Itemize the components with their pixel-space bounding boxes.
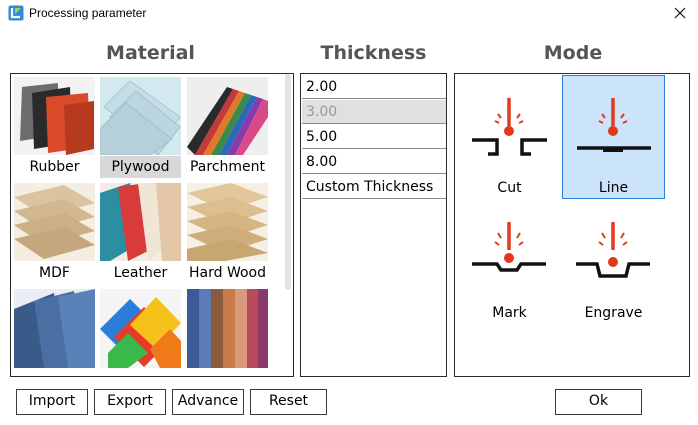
material-acrylic[interactable] — [100, 289, 181, 369]
material-plywood[interactable]: Plywood — [100, 77, 181, 180]
acrylic-image — [100, 289, 181, 368]
mdf-image — [14, 183, 95, 261]
advance-button[interactable]: Advance — [172, 389, 244, 415]
mode-cut[interactable]: Cut — [458, 76, 561, 200]
leather-image — [100, 183, 181, 261]
thickness-option[interactable]: 2.00 — [302, 75, 446, 99]
material-scrollbar[interactable] — [285, 74, 291, 290]
line-icon — [577, 98, 651, 152]
export-button[interactable]: Export — [94, 389, 166, 415]
material-label: Plywood — [100, 156, 181, 178]
material-label: Parchment — [189, 159, 266, 175]
reset-button[interactable]: Reset — [250, 389, 327, 415]
material-mdf[interactable]: MDF — [14, 183, 95, 286]
title-bar: Processing parameter — [0, 0, 698, 27]
parchment-image — [187, 77, 268, 155]
material-parchment[interactable]: Parchment — [187, 77, 268, 180]
material-leather[interactable]: Leather — [100, 183, 181, 286]
close-icon — [674, 7, 686, 19]
engrave-icon — [576, 222, 650, 278]
mode-label: Mark — [492, 305, 527, 321]
window-title: Processing parameter — [29, 6, 147, 20]
thickness-option-custom[interactable]: Custom Thickness — [302, 175, 446, 199]
mark-icon — [472, 222, 546, 272]
mode-engrave[interactable]: Engrave — [562, 200, 665, 324]
mode-label: Line — [598, 180, 629, 196]
denim-image — [14, 289, 95, 368]
plywood-image — [100, 77, 181, 155]
rubber-image — [14, 77, 95, 155]
material-hard-wood[interactable]: Hard Wood — [187, 183, 268, 286]
thickness-header: Thickness — [320, 42, 427, 64]
hard-wood-image — [187, 183, 268, 261]
material-header: Material — [106, 42, 195, 64]
material-denim[interactable] — [14, 289, 95, 369]
thickness-option-selected[interactable]: 3.00 — [302, 100, 446, 124]
material-fabric[interactable] — [187, 289, 268, 369]
thickness-option[interactable]: 5.00 — [302, 125, 446, 149]
close-button[interactable] — [668, 2, 692, 24]
material-label: Hard Wood — [189, 265, 266, 281]
thickness-option[interactable]: 8.00 — [302, 150, 446, 174]
material-rubber[interactable]: Rubber — [14, 77, 95, 180]
import-button[interactable]: Import — [16, 389, 88, 415]
mode-mark[interactable]: Mark — [458, 200, 561, 324]
material-label: Rubber — [29, 159, 80, 175]
mode-label: Cut — [497, 180, 522, 196]
mode-header: Mode — [543, 42, 603, 64]
material-label: MDF — [39, 265, 70, 281]
ok-button[interactable]: Ok — [555, 389, 642, 415]
app-icon — [8, 5, 24, 21]
cut-icon — [472, 98, 547, 156]
mode-line[interactable]: Line — [562, 75, 665, 199]
mode-label: Engrave — [584, 305, 643, 321]
material-label: Leather — [113, 265, 168, 281]
fabric-image — [187, 289, 268, 368]
